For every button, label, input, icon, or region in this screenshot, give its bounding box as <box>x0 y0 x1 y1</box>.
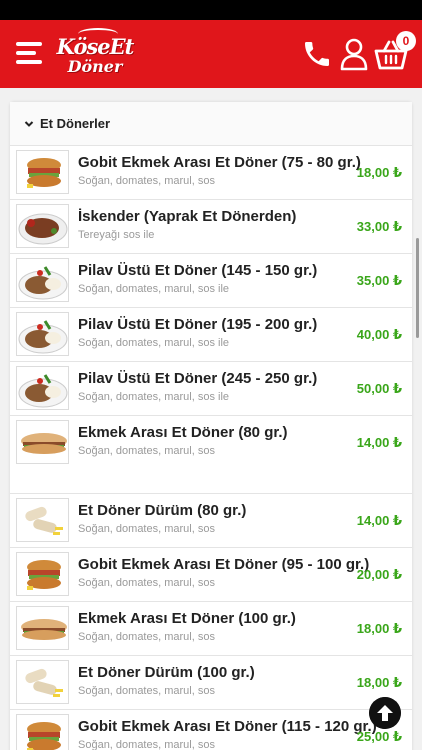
menu-item-image[interactable] <box>16 714 69 750</box>
menu-item-price: 18,00 ₺ <box>356 621 402 636</box>
menu-item-price: 40,00 ₺ <box>356 327 402 342</box>
menu-item-price: 33,00 ₺ <box>356 219 402 234</box>
menu-item-description: Soğan, domates, marul, sos <box>78 739 215 750</box>
menu-item-price: 18,00 ₺ <box>356 675 402 690</box>
menu-item-description: Soğan, domates, marul, sos <box>78 445 215 457</box>
menu-item-image[interactable] <box>16 366 69 410</box>
menu-content[interactable]: Et Dönerler Gobit Ekmek Arası Et Döner (… <box>0 88 422 750</box>
menu-item[interactable]: Et Döner Dürüm (80 gr.) Soğan, domates, m… <box>10 494 412 548</box>
category-title: Et Dönerler <box>40 116 111 131</box>
menu-item-image[interactable] <box>16 312 69 356</box>
menu-item-image[interactable] <box>16 204 69 248</box>
menu-item-name: Et Döner Dürüm (100 gr.) <box>78 664 255 681</box>
menu-item-image[interactable] <box>16 420 69 464</box>
menu-item-name: Ekmek Arası Et Döner (80 gr.) <box>78 424 288 441</box>
menu-item[interactable]: Pilav Üstü Et Döner (145 - 150 gr.) Soğan… <box>10 254 412 308</box>
menu-item-image[interactable] <box>16 150 69 194</box>
menu-item[interactable]: Ekmek Arası Et Döner (100 gr.) Soğan, dom… <box>10 602 412 656</box>
menu-item-description: Tereyağı sos ile <box>78 229 155 241</box>
menu-item-description: Soğan, domates, marul, sos <box>78 685 215 697</box>
user-icon[interactable] <box>340 37 368 71</box>
menu-item-description: Soğan, domates, marul, sos <box>78 631 215 643</box>
scrollbar-thumb[interactable] <box>416 238 419 338</box>
logo-line-1: KöseEt <box>56 34 135 59</box>
menu-item[interactable]: Gobit Ekmek Arası Et Döner (115 - 120 gr… <box>10 710 412 750</box>
menu-item[interactable]: Gobit Ekmek Arası Et Döner (75 - 80 gr.)… <box>10 146 412 200</box>
menu-item-description: Soğan, domates, marul, sos <box>78 577 215 589</box>
menu-item-description: Soğan, domates, marul, sos <box>78 523 215 535</box>
menu-item-price: 20,00 ₺ <box>356 567 402 582</box>
menu-item[interactable]: İskender (Yaprak Et Dönerden) Tereyağı so… <box>10 200 412 254</box>
chevron-down-icon <box>24 120 34 127</box>
menu-item[interactable]: Pilav Üstü Et Döner (195 - 200 gr.) Soğan… <box>10 308 412 362</box>
brand-logo[interactable]: KöseEt Döner <box>54 28 136 80</box>
menu-item-name: Ekmek Arası Et Döner (100 gr.) <box>78 610 296 627</box>
menu-item-image[interactable] <box>16 660 69 704</box>
menu-item[interactable]: Gobit Ekmek Arası Et Döner (95 - 100 gr.… <box>10 548 412 602</box>
item-list: Gobit Ekmek Arası Et Döner (75 - 80 gr.)… <box>10 146 412 750</box>
menu-item-name: Pilav Üstü Et Döner (145 - 150 gr.) <box>78 262 318 279</box>
menu-item-price: 50,00 ₺ <box>356 381 402 396</box>
menu-item-image[interactable] <box>16 606 69 650</box>
menu-item-price: 35,00 ₺ <box>356 273 402 288</box>
menu-item-price: 18,00 ₺ <box>356 165 402 180</box>
menu-item[interactable]: Ekmek Arası Et Döner (80 gr.) Soğan, doma… <box>10 416 412 494</box>
menu-item-name: İskender (Yaprak Et Dönerden) <box>78 208 297 225</box>
menu-item-description: Soğan, domates, marul, sos ile <box>78 283 230 295</box>
menu-item-name: Gobit Ekmek Arası Et Döner (115 - 120 gr… <box>78 718 377 735</box>
menu-item-name: Gobit Ekmek Arası Et Döner (75 - 80 gr.) <box>78 154 361 171</box>
menu-item-image[interactable] <box>16 552 69 596</box>
menu-item-price: 14,00 ₺ <box>356 513 402 528</box>
menu-item-image[interactable] <box>16 258 69 302</box>
menu-item-name: Pilav Üstü Et Döner (245 - 250 gr.) <box>78 370 318 387</box>
menu-item-description: Soğan, domates, marul, sos ile <box>78 391 230 403</box>
category-card: Et Dönerler Gobit Ekmek Arası Et Döner (… <box>10 102 412 750</box>
category-header[interactable]: Et Dönerler <box>10 102 412 146</box>
menu-item-price: 14,00 ₺ <box>356 435 402 450</box>
menu-item-name: Et Döner Dürüm (80 gr.) <box>78 502 247 519</box>
status-bar <box>0 0 422 20</box>
cart-count-badge: 0 <box>396 31 416 51</box>
menu-item-name: Gobit Ekmek Arası Et Döner (95 - 100 gr.… <box>78 556 370 573</box>
menu-item-name: Pilav Üstü Et Döner (195 - 200 gr.) <box>78 316 318 333</box>
menu-item[interactable]: Et Döner Dürüm (100 gr.) Soğan, domates, … <box>10 656 412 710</box>
scroll-to-top-button[interactable] <box>369 697 401 729</box>
menu-item-image[interactable] <box>16 498 69 542</box>
phone-icon[interactable] <box>301 38 333 70</box>
hamburger-menu-icon[interactable] <box>16 40 42 66</box>
menu-item-price: 25,00 ₺ <box>356 729 402 744</box>
menu-item[interactable]: Pilav Üstü Et Döner (245 - 250 gr.) Soğan… <box>10 362 412 416</box>
menu-item-description: Soğan, domates, marul, sos <box>78 175 215 187</box>
logo-line-2: Döner <box>67 57 123 76</box>
menu-item-description: Soğan, domates, marul, sos ile <box>78 337 230 349</box>
